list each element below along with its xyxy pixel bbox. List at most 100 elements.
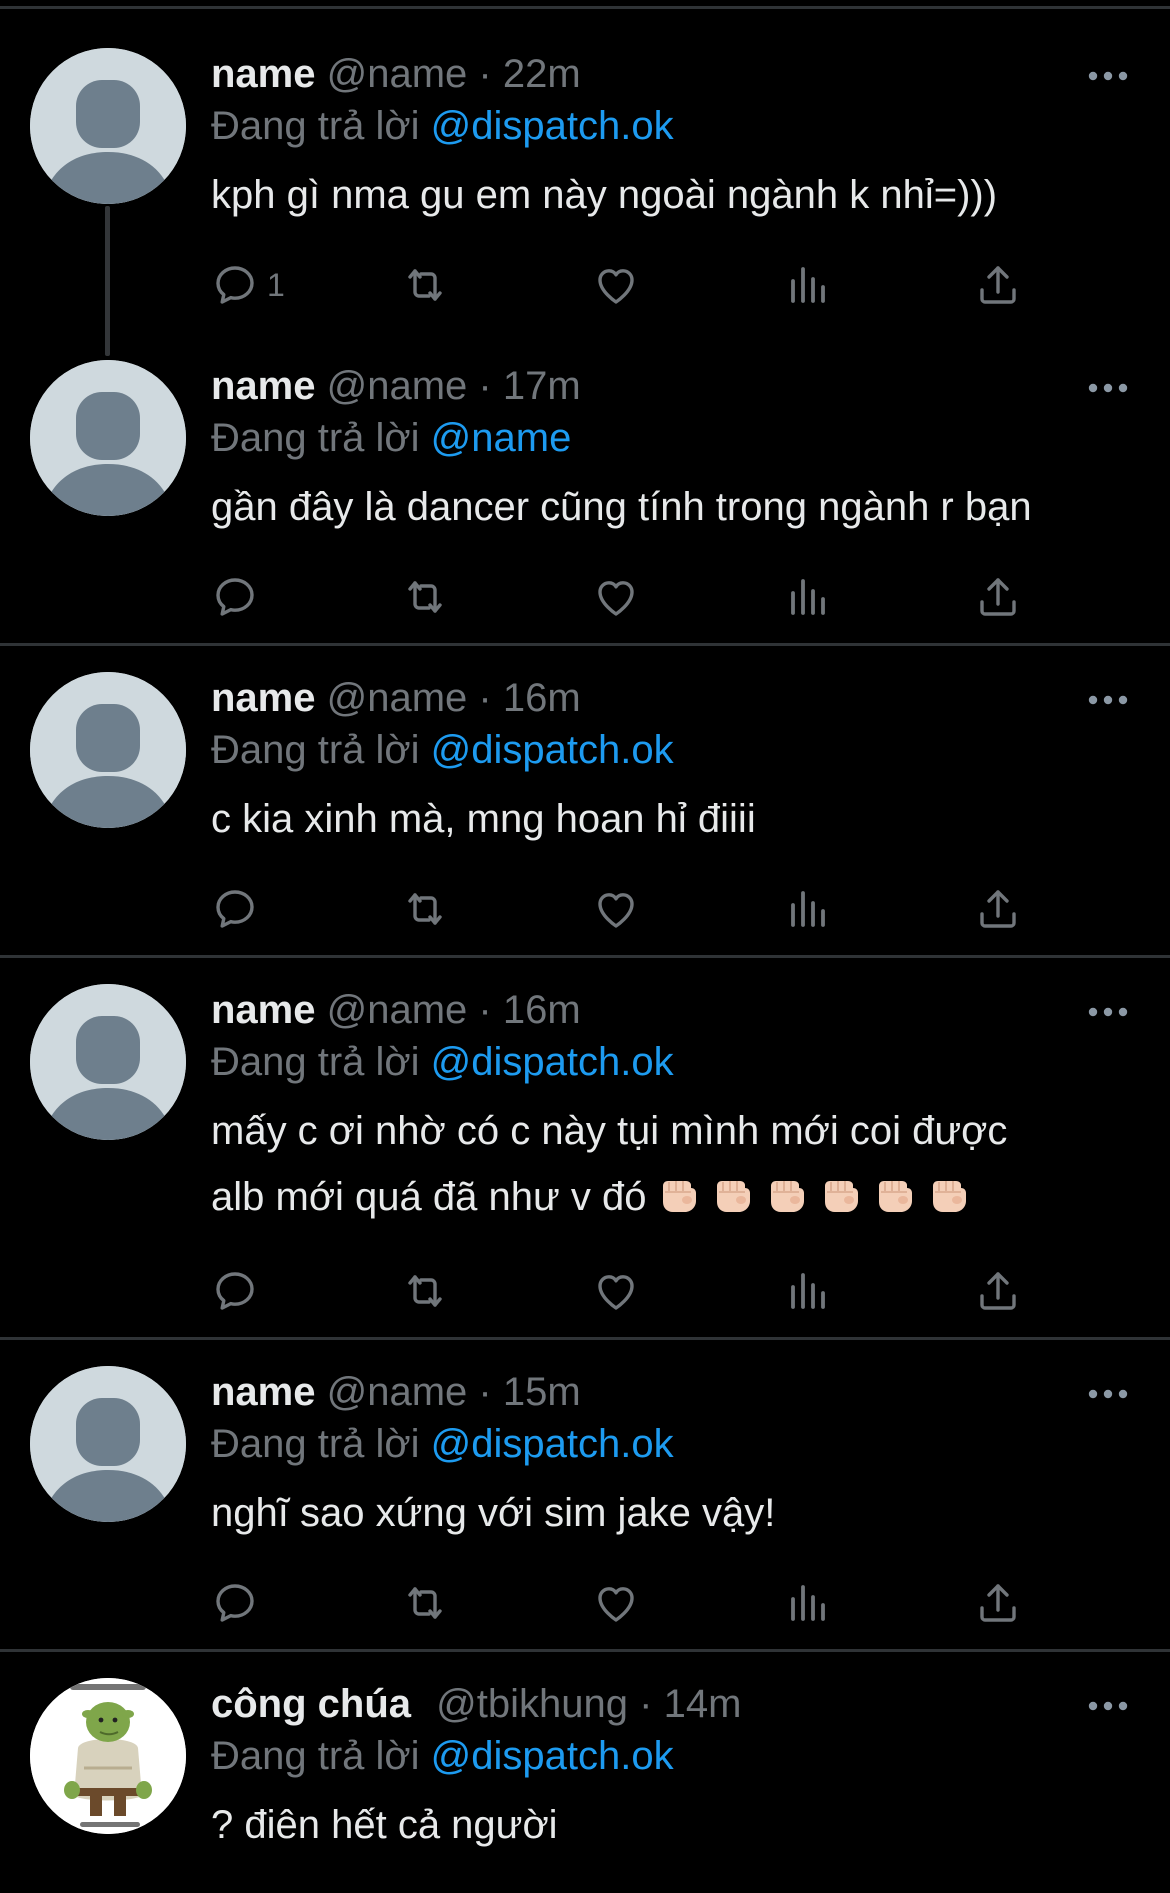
share-button[interactable]	[974, 260, 1022, 310]
tweet-header: name @name · 17m	[211, 362, 581, 410]
display-name[interactable]: name	[211, 52, 316, 96]
display-name[interactable]: name	[211, 1370, 316, 1414]
like-button[interactable]	[592, 1578, 640, 1628]
views-button[interactable]	[783, 572, 831, 622]
views-chart-icon	[783, 573, 831, 621]
tweet-time[interactable]: 16m	[503, 676, 581, 720]
replying-to-mention[interactable]: @dispatch.ok	[431, 728, 674, 772]
default-avatar-icon[interactable]	[30, 1366, 186, 1522]
like-button[interactable]	[592, 1266, 640, 1316]
views-chart-icon	[783, 1267, 831, 1315]
default-avatar-icon[interactable]	[30, 672, 186, 828]
views-button[interactable]	[783, 884, 831, 934]
share-button[interactable]	[974, 1578, 1022, 1628]
share-button[interactable]	[974, 1266, 1022, 1316]
replying-to-mention[interactable]: @dispatch.ok	[431, 1040, 674, 1084]
replying-to-label: Đang trả lời	[211, 1734, 420, 1778]
retweet-button[interactable]	[401, 260, 449, 310]
retweet-button[interactable]	[401, 572, 449, 622]
tweet-2[interactable]: name @name · 17m Đang trả lời @name gần …	[0, 330, 1170, 646]
tweet-header: name @name · 15m	[211, 1368, 581, 1416]
fist-bump-emoji	[765, 1168, 809, 1206]
retweet-button[interactable]	[401, 1266, 449, 1316]
share-icon	[974, 1267, 1022, 1315]
share-icon	[974, 885, 1022, 933]
tweet-3[interactable]: name @name · 16m Đang trả lời @dispatch.…	[0, 646, 1170, 958]
like-button[interactable]	[592, 572, 640, 622]
views-chart-icon	[783, 1579, 831, 1627]
views-button[interactable]	[783, 1578, 831, 1628]
tweet-5[interactable]: name @name · 15m Đang trả lời @dispatch.…	[0, 1340, 1170, 1652]
replying-to-mention[interactable]: @dispatch.ok	[431, 1422, 674, 1466]
tweet-text: nghĩ sao xứng với sim jake vậy!	[211, 1491, 776, 1535]
replying-to-mention[interactable]: @dispatch.ok	[431, 104, 674, 148]
share-button[interactable]	[974, 572, 1022, 622]
share-button[interactable]	[974, 884, 1022, 934]
display-name[interactable]: name	[211, 364, 316, 408]
replying-to: Đang trả lời @dispatch.ok	[211, 726, 674, 774]
tweet-text: c kia xinh mà, mng hoan hỉ điiii	[211, 797, 756, 841]
display-name[interactable]: name	[211, 988, 316, 1032]
tweet-time[interactable]: 22m	[503, 52, 581, 96]
more-dots-icon[interactable]	[1086, 373, 1130, 403]
user-handle[interactable]: @name	[327, 364, 468, 408]
tweet-time[interactable]: 16m	[503, 988, 581, 1032]
tweet-time[interactable]: 15m	[503, 1370, 581, 1414]
views-button[interactable]	[783, 1266, 831, 1316]
user-handle[interactable]: @name	[327, 988, 468, 1032]
action-bar: 1	[211, 260, 1111, 310]
reply-button[interactable]	[211, 884, 259, 934]
replying-to: Đang trả lời @dispatch.ok	[211, 1420, 674, 1468]
reply-button[interactable]	[211, 1578, 259, 1628]
reply-button[interactable]	[211, 572, 259, 622]
user-handle[interactable]: @name	[327, 676, 468, 720]
fist-bump-emoji	[873, 1168, 917, 1206]
ogre-character-avatar[interactable]	[30, 1678, 186, 1834]
reply-button[interactable]	[211, 1266, 259, 1316]
user-handle[interactable]: @tbikhung	[436, 1682, 628, 1726]
display-name[interactable]: công chúa	[211, 1682, 411, 1726]
more-dots-icon[interactable]	[1086, 1691, 1130, 1721]
default-avatar-icon[interactable]	[30, 360, 186, 516]
like-button[interactable]	[592, 884, 640, 934]
tweet-6[interactable]: công chúa @tbikhung · 14m Đang trả lời @…	[0, 1652, 1170, 1893]
replying-to-mention[interactable]: @name	[431, 416, 572, 460]
fist-bump-emoji	[711, 1168, 755, 1206]
meta-separator: ·	[478, 52, 492, 96]
heart-icon	[592, 261, 640, 309]
tweet-time[interactable]: 14m	[664, 1682, 742, 1726]
retweet-icon	[401, 1579, 449, 1627]
fist-bump-emoji	[657, 1168, 701, 1206]
replying-to: Đang trả lời @dispatch.ok	[211, 1038, 674, 1086]
replying-to-label: Đang trả lời	[211, 416, 420, 460]
more-dots-icon[interactable]	[1086, 685, 1130, 715]
tweet-1[interactable]: name @name · 22m Đang trả lời @dispatch.…	[0, 0, 1170, 356]
default-avatar-icon[interactable]	[30, 48, 186, 204]
tweet-time[interactable]: 17m	[503, 364, 581, 408]
more-dots-icon[interactable]	[1086, 1379, 1130, 1409]
replying-to-label: Đang trả lời	[211, 1422, 420, 1466]
reply-icon	[211, 1579, 259, 1627]
retweet-icon	[401, 573, 449, 621]
tweet-text-line-1: mấy c ơi nhờ có c này tụi mình mới coi đ…	[211, 1109, 1008, 1153]
views-button[interactable]	[783, 260, 831, 310]
like-button[interactable]	[592, 260, 640, 310]
more-dots-icon[interactable]	[1086, 997, 1130, 1027]
tweet-4[interactable]: name @name · 16m Đang trả lời @dispatch.…	[0, 958, 1170, 1340]
reply-icon	[211, 885, 259, 933]
display-name[interactable]: name	[211, 676, 316, 720]
tweet-text-line-2: alb mới quá đã như v đó	[211, 1164, 1141, 1230]
replying-to-mention[interactable]: @dispatch.ok	[431, 1734, 674, 1778]
more-dots-icon[interactable]	[1086, 61, 1130, 91]
share-icon	[974, 261, 1022, 309]
retweet-icon	[401, 885, 449, 933]
default-avatar-icon[interactable]	[30, 984, 186, 1140]
user-handle[interactable]: @name	[327, 1370, 468, 1414]
retweet-button[interactable]	[401, 884, 449, 934]
tweet-text: gần đây là dancer cũng tính trong ngành …	[211, 485, 1032, 529]
user-handle[interactable]: @name	[327, 52, 468, 96]
reply-button[interactable]: 1	[211, 260, 285, 310]
action-bar	[211, 572, 1111, 622]
meta-separator: ·	[478, 676, 492, 720]
retweet-button[interactable]	[401, 1578, 449, 1628]
